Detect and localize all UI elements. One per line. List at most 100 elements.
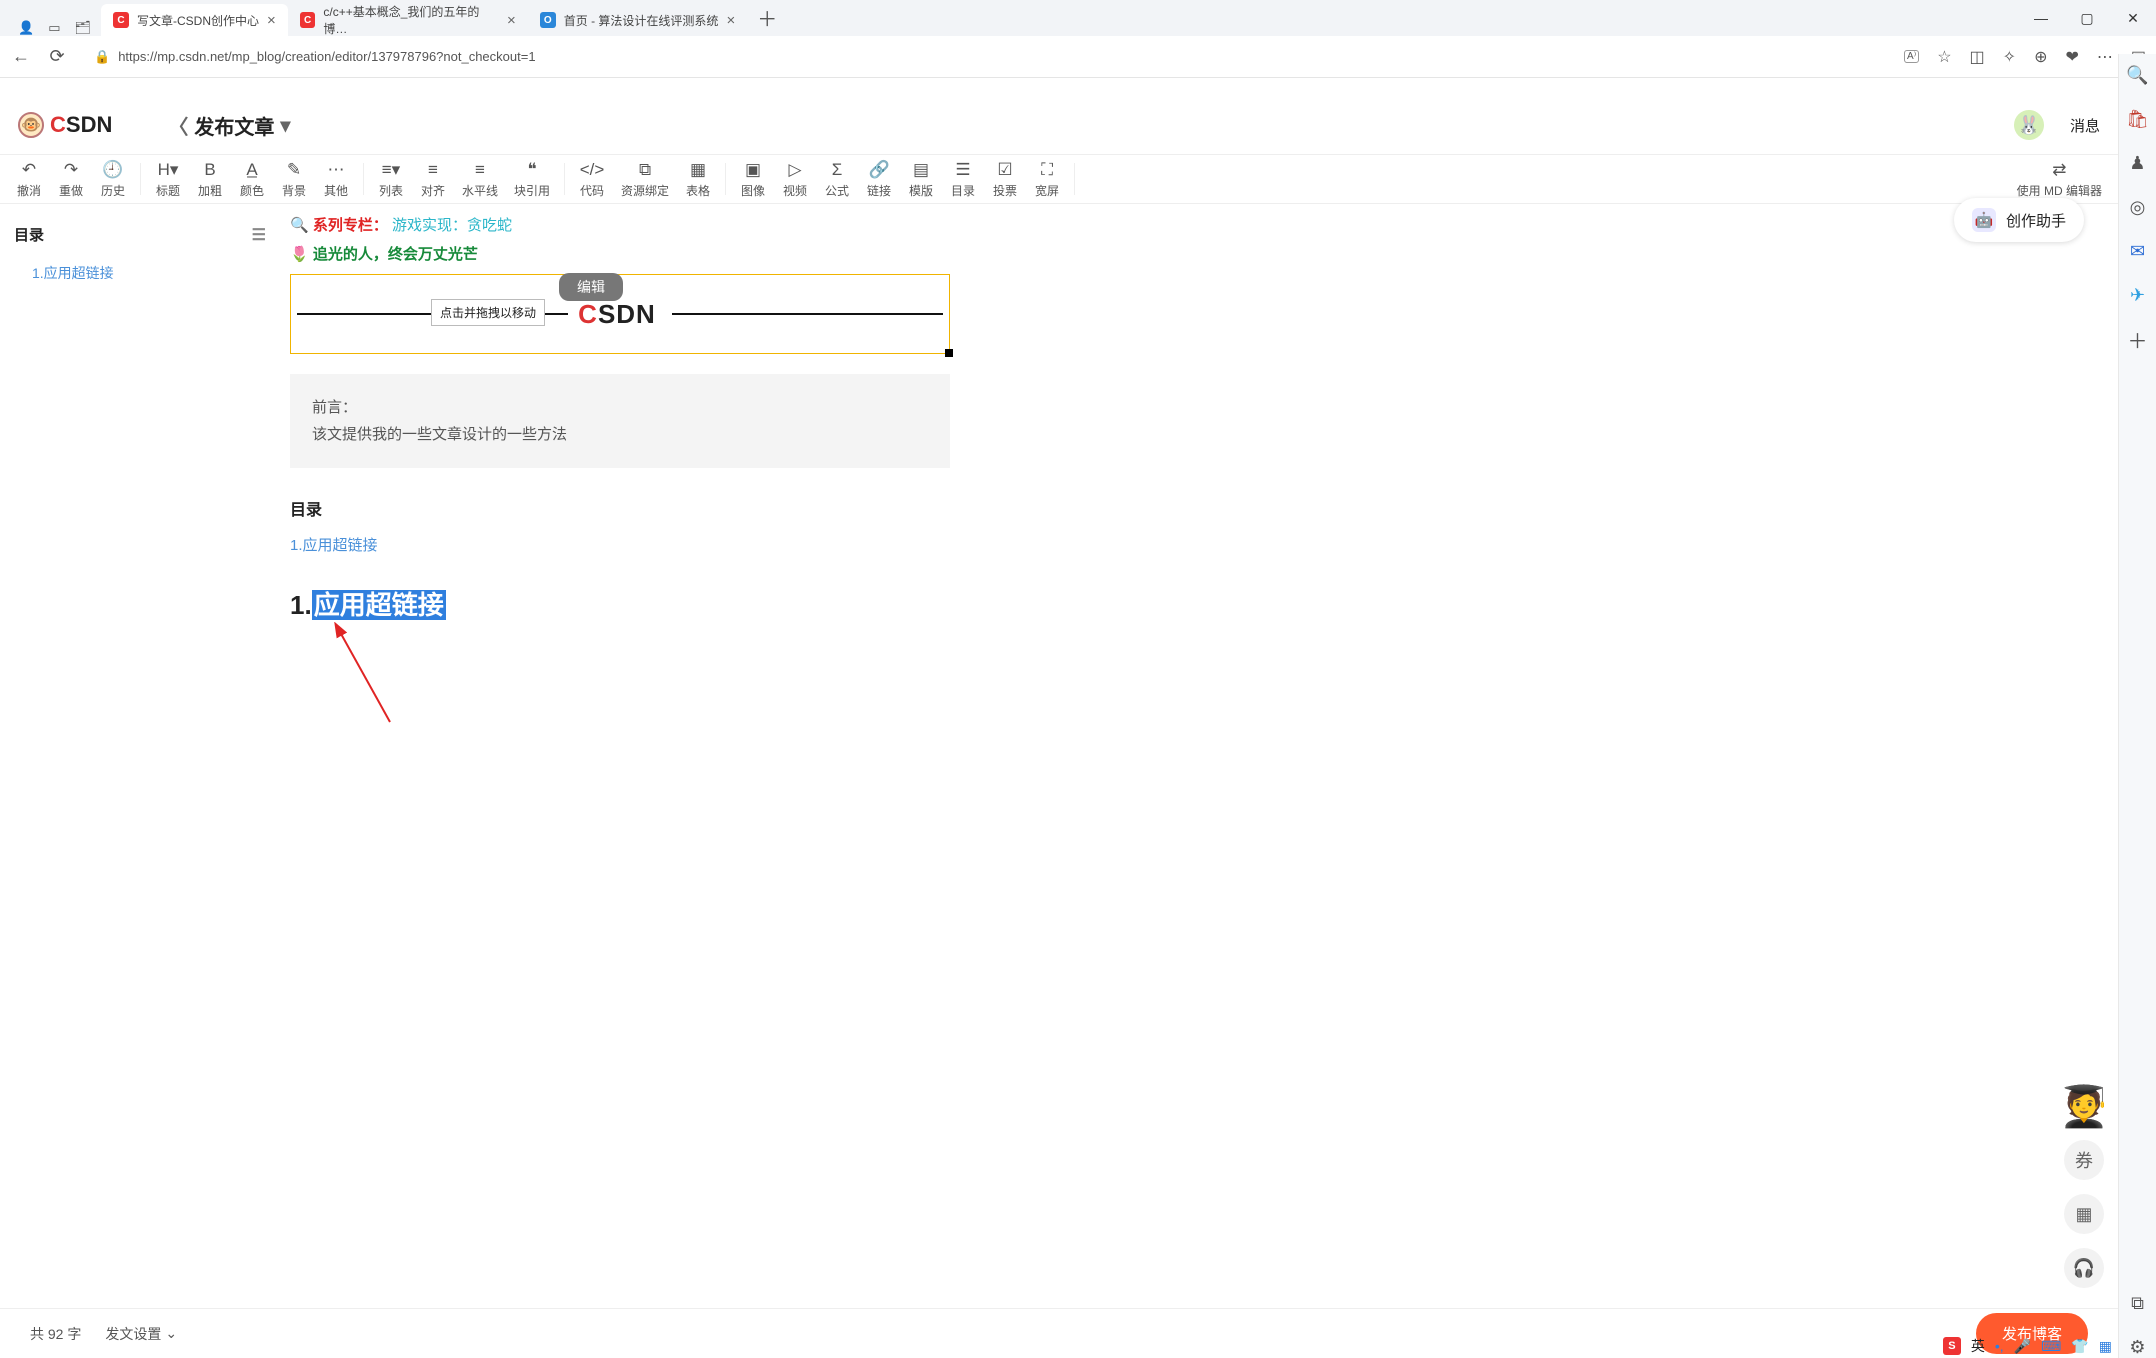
- toolbar-icon: ▣: [745, 160, 761, 180]
- page-title[interactable]: 〈 发布文章 ▾: [168, 111, 290, 140]
- back-button[interactable]: ←: [10, 46, 32, 67]
- maximize-button[interactable]: ▢: [2064, 0, 2110, 36]
- settings-rail-icon[interactable]: ⚙: [2127, 1336, 2149, 1358]
- app-header: 🐵 CSDN 〈 发布文章 ▾ 🐰 消息: [0, 96, 2118, 154]
- address-bar: ← ⟳ 🔒 https://mp.csdn.net/mp_blog/creati…: [0, 36, 2156, 78]
- image-block[interactable]: 编辑 点击并拖拽以移动 CSDN: [290, 274, 950, 354]
- coupon-icon[interactable]: 券: [2064, 1140, 2104, 1180]
- add-rail-icon[interactable]: ＋: [2127, 328, 2149, 350]
- toolbar-模版[interactable]: ▤模版: [900, 155, 942, 203]
- toolbar-颜色[interactable]: A̲颜色: [231, 155, 273, 203]
- browser-tab[interactable]: Cc/c++基本概念_我们的五年的博…×: [288, 4, 528, 36]
- toolbar-label: 资源绑定: [621, 182, 669, 199]
- toolbar-icon: A̲: [246, 160, 257, 180]
- resize-handle[interactable]: [945, 349, 953, 357]
- workspace: 目录 ☰ 1.应用超链接 🔍 系列专栏： 游戏实现：贪吃蛇 🌷 追光的人，终会万…: [0, 204, 2118, 1308]
- games-rail-icon[interactable]: ♟: [2127, 152, 2149, 174]
- browser-tab-row: 👤 ▭ 🗂 C写文章-CSDN创作中心×Cc/c++基本概念_我们的五年的博…×…: [0, 0, 2156, 36]
- post-settings[interactable]: 发文设置⌄: [105, 1324, 177, 1344]
- magnifier-icon: 🔍: [290, 217, 309, 234]
- qrcode-icon[interactable]: ▦: [2064, 1194, 2104, 1234]
- toolbar-撤消[interactable]: ↶撤消: [8, 155, 50, 203]
- tab-title: 写文章-CSDN创作中心: [137, 12, 259, 29]
- toolbar-icon: ▦: [690, 160, 706, 180]
- avatar[interactable]: 🐰: [2014, 110, 2044, 140]
- toolbar-对齐[interactable]: ≡对齐: [412, 155, 454, 203]
- toolbar-宽屏[interactable]: ⛶宽屏: [1026, 155, 1068, 203]
- browser-tab[interactable]: C写文章-CSDN创作中心×: [101, 4, 288, 36]
- support-icon[interactable]: 🎧: [2064, 1248, 2104, 1288]
- browser-tab[interactable]: O首页 - 算法设计在线评测系统×: [528, 4, 747, 36]
- screenshot-rail-icon[interactable]: ⧉: [2127, 1292, 2149, 1314]
- read-aloud-icon[interactable]: A⁾: [1904, 50, 1919, 63]
- toolbar-label: 历史: [101, 182, 125, 199]
- minimize-button[interactable]: —: [2018, 0, 2064, 36]
- writing-assistant[interactable]: 🤖 创作助手: [1954, 198, 2084, 242]
- toc-link-1[interactable]: 1.应用超链接: [32, 265, 114, 281]
- edit-badge[interactable]: 编辑: [559, 273, 623, 301]
- toolbar-label: 块引用: [514, 182, 550, 199]
- robot-icon: 🤖: [1972, 208, 1996, 232]
- tabactions-icon[interactable]: 🗂: [74, 20, 91, 36]
- copilot-rail-icon[interactable]: ◎: [2127, 196, 2149, 218]
- url-field[interactable]: 🔒 https://mp.csdn.net/mp_blog/creation/e…: [82, 41, 1890, 73]
- lock-icon: 🔒: [94, 49, 110, 65]
- refresh-button[interactable]: ⟳: [46, 46, 68, 67]
- side-widgets: 🧑‍🎓 券 ▦ 🎧: [2064, 1086, 2104, 1288]
- search-rail-icon[interactable]: 🔍: [2127, 64, 2149, 86]
- toolbar-图像[interactable]: ▣图像: [732, 155, 774, 203]
- toolbar-表格[interactable]: ▦表格: [677, 155, 719, 203]
- toolbar-icon: </>: [580, 160, 605, 180]
- profile-icon[interactable]: 👤: [18, 20, 34, 36]
- toolbar-label: 撤消: [17, 182, 41, 199]
- messages-link[interactable]: 消息: [2070, 115, 2100, 136]
- toolbar-icon: ↷: [64, 160, 78, 180]
- quote-block[interactable]: 前言： 该文提供我的一些文章设计的一些方法: [290, 374, 950, 468]
- toolbar-视频[interactable]: ▷视频: [774, 155, 816, 203]
- toolbar-链接[interactable]: 🔗链接: [858, 155, 900, 203]
- close-tab-icon[interactable]: ×: [267, 12, 276, 29]
- collections-icon[interactable]: ✧: [2003, 47, 2016, 67]
- toolbar-资源绑定[interactable]: ⧉资源绑定: [613, 155, 677, 203]
- toolbar-水平线[interactable]: ≡水平线: [454, 155, 506, 203]
- outlook-rail-icon[interactable]: ✉: [2127, 240, 2149, 262]
- toolbar-label: 其他: [324, 182, 348, 199]
- send-rail-icon[interactable]: ✈: [2127, 284, 2149, 306]
- toolbar-icon: H▾: [158, 160, 179, 180]
- extensions-icon[interactable]: ⊕: [2034, 47, 2047, 67]
- csdn-logo[interactable]: 🐵 CSDN: [18, 112, 112, 138]
- new-tab-button[interactable]: ＋: [747, 0, 787, 36]
- workspaces-icon[interactable]: ▭: [48, 20, 60, 36]
- favorite-icon[interactable]: ☆: [1937, 47, 1951, 67]
- toolbar-投票[interactable]: ☑投票: [984, 155, 1026, 203]
- ime-bar[interactable]: S 英 •,🎤⌨👕▦: [1943, 1336, 2112, 1356]
- mascot-icon[interactable]: 🧑‍🎓: [2064, 1086, 2104, 1126]
- close-tab-icon[interactable]: ×: [507, 12, 516, 29]
- toolbar-目录[interactable]: ☰目录: [942, 155, 984, 203]
- toolbar-标题[interactable]: H▾标题: [147, 155, 189, 203]
- health-icon[interactable]: ❤: [2065, 47, 2078, 67]
- toc-menu-icon[interactable]: ☰: [252, 225, 266, 245]
- more-icon[interactable]: ⋯: [2097, 47, 2113, 67]
- toolbar-加粗[interactable]: B加粗: [189, 155, 231, 203]
- toolbar-块引用[interactable]: ❝块引用: [506, 155, 558, 203]
- switch-to-md[interactable]: ⇄使用 MD 编辑器: [2009, 155, 2110, 203]
- toolbar-重做[interactable]: ↷重做: [50, 155, 92, 203]
- editor-area[interactable]: 🔍 系列专栏： 游戏实现：贪吃蛇 🌷 追光的人，终会万丈光芒 编辑 点击并拖拽以…: [280, 204, 2118, 1308]
- toolbar-其他[interactable]: ⋯其他: [315, 155, 357, 203]
- close-window-button[interactable]: ✕: [2110, 0, 2156, 36]
- toolbar-背景[interactable]: ✎背景: [273, 155, 315, 203]
- shopping-rail-icon[interactable]: 🛍: [2127, 108, 2149, 130]
- heading-1[interactable]: 1.应用超链接: [290, 585, 950, 622]
- address-actions: A⁾ ☆ ◫ ✧ ⊕ ❤ ⋯ ▣: [1904, 47, 2146, 67]
- toolbar-公式[interactable]: Σ公式: [816, 155, 858, 203]
- inline-toc-title: 目录: [290, 496, 950, 520]
- inline-toc-link[interactable]: 1.应用超链接: [290, 537, 378, 554]
- toolbar-历史[interactable]: 🕘历史: [92, 155, 134, 203]
- split-icon[interactable]: ◫: [1970, 47, 1985, 67]
- toolbar-列表[interactable]: ≡▾列表: [370, 155, 412, 203]
- favicon: C: [300, 12, 316, 28]
- toolbar-代码[interactable]: </>代码: [571, 155, 613, 203]
- close-tab-icon[interactable]: ×: [726, 12, 735, 29]
- toolbar-label: 水平线: [462, 182, 498, 199]
